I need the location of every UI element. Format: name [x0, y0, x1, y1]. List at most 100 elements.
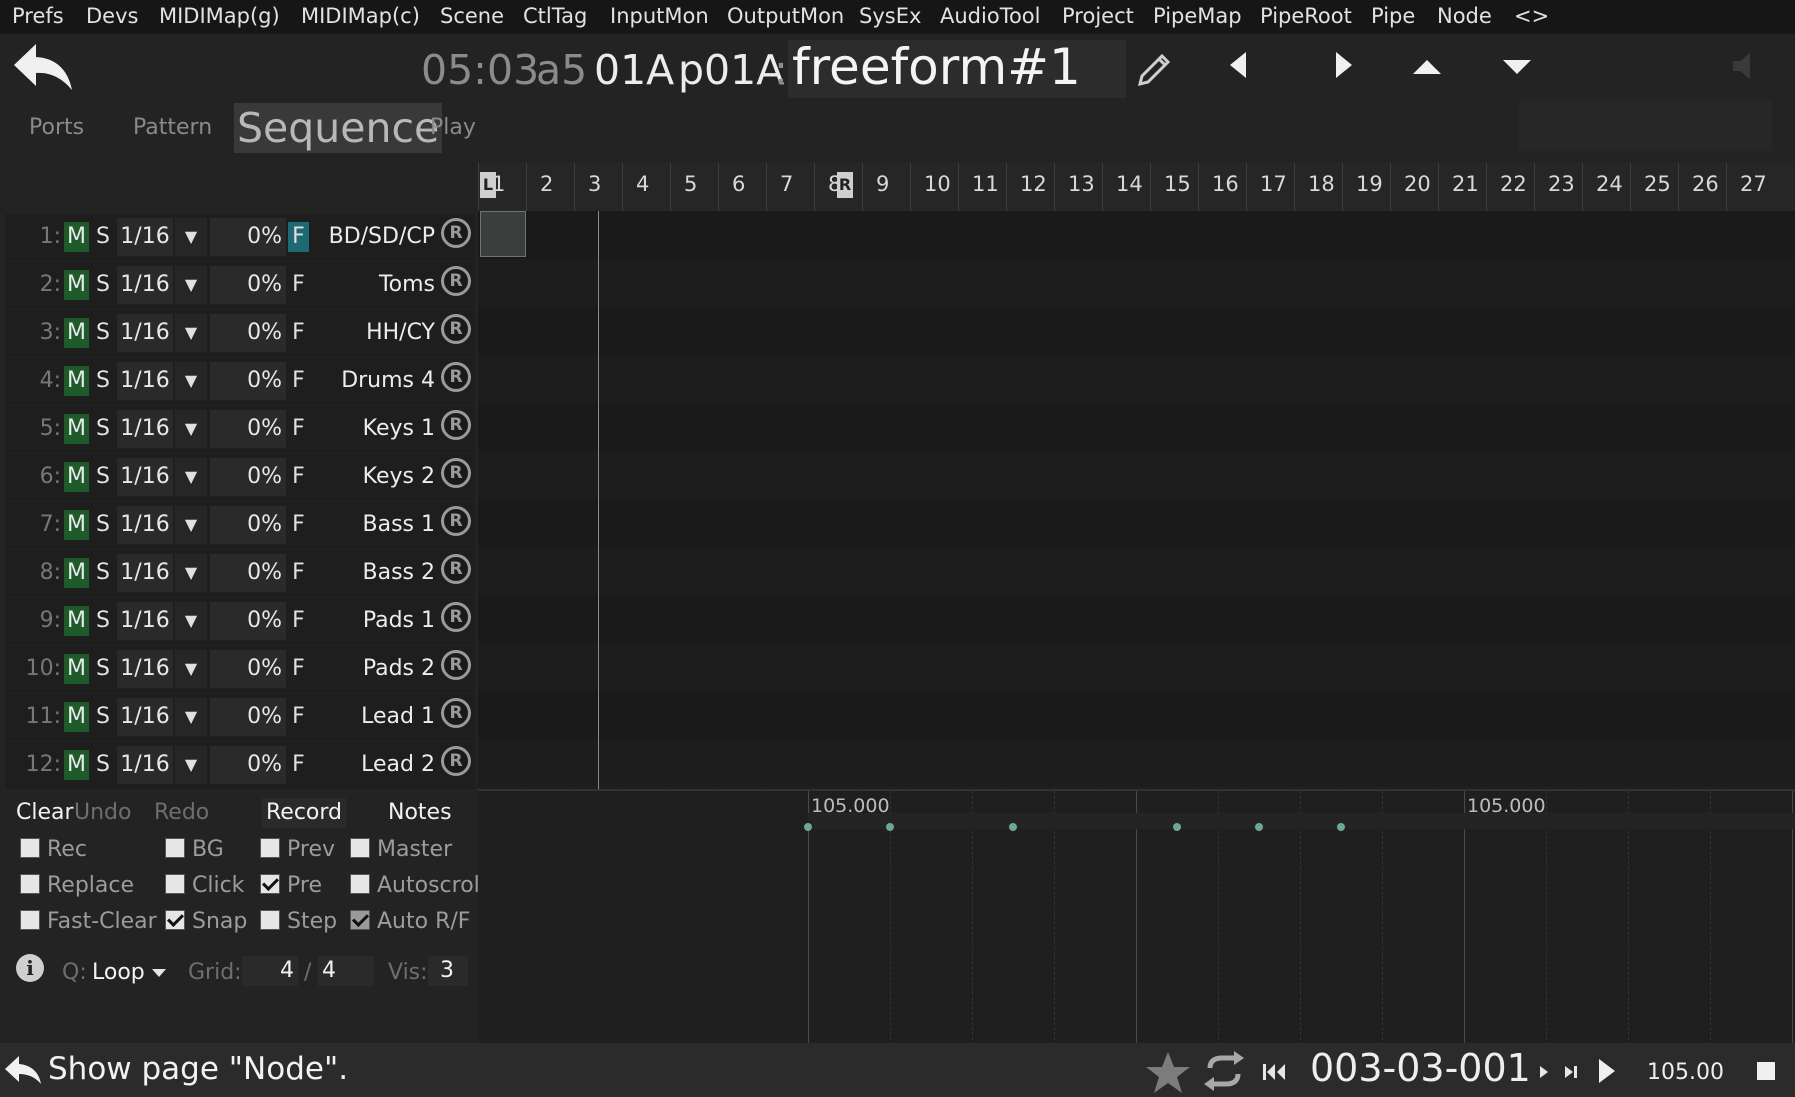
solo-button[interactable]: S — [93, 510, 113, 540]
solo-button[interactable]: S — [93, 414, 113, 444]
solo-button[interactable]: S — [93, 750, 113, 780]
grid-row[interactable] — [478, 739, 1795, 788]
percent-value[interactable]: 0% — [210, 458, 286, 496]
clear-button[interactable]: Clear — [16, 798, 74, 828]
record-button[interactable]: Record — [262, 798, 346, 828]
menu-item-3[interactable]: MIDIMap(g) — [159, 0, 280, 34]
tab-pattern[interactable]: Pattern — [133, 103, 212, 153]
flag-toggle[interactable]: F — [288, 606, 309, 636]
option-pre[interactable]: Pre — [260, 872, 322, 900]
mute-button[interactable]: M — [64, 366, 89, 396]
track-row[interactable]: 6: M S 1/16 ▼ 0% F Keys 2R — [5, 454, 475, 501]
record-arm-icon[interactable]: R — [441, 314, 471, 344]
option-step[interactable]: Step — [260, 908, 337, 936]
option-master[interactable]: Master — [350, 836, 452, 864]
record-arm-icon[interactable]: R — [441, 458, 471, 488]
track-name[interactable]: Toms — [311, 266, 438, 304]
selected-cell[interactable] — [480, 211, 526, 257]
play-icon[interactable] — [1594, 1056, 1620, 1086]
solo-button[interactable]: S — [93, 270, 113, 300]
track-row[interactable]: 8: M S 1/16 ▼ 0% F Bass 2R — [5, 550, 475, 597]
tab-sequence[interactable]: Sequence — [234, 103, 443, 153]
automation-point[interactable] — [1255, 823, 1263, 831]
tab-play[interactable]: Play — [430, 103, 476, 153]
menu-item-8[interactable]: OutputMon — [727, 0, 844, 34]
solo-button[interactable]: S — [93, 702, 113, 732]
ruler-bar-number[interactable]: 2 — [540, 163, 553, 211]
ruler-bar-number[interactable]: 17 — [1260, 163, 1287, 211]
record-arm-icon[interactable]: R — [441, 218, 471, 248]
bar-ruler[interactable]: 1 2 3 4 5 6 7 8 9 10 11 12 13 14 15 16 17 18 19 20 21 22 23 24 2… — [478, 163, 1795, 212]
quantize-dropdown-icon[interactable]: ▼ — [175, 698, 207, 736]
grid-row[interactable] — [478, 643, 1795, 692]
option-replace[interactable]: Replace — [20, 872, 134, 900]
menu-item-2[interactable]: Devs — [86, 0, 138, 34]
quantize-dropdown-icon[interactable]: ▼ — [175, 314, 207, 352]
mute-button[interactable]: M — [64, 654, 89, 684]
mute-button[interactable]: M — [64, 462, 89, 492]
menu-item-15[interactable]: Node — [1437, 0, 1492, 34]
mute-button[interactable]: M — [64, 558, 89, 588]
menu-item-11[interactable]: Project — [1062, 0, 1134, 34]
back-arrow-icon[interactable] — [10, 38, 76, 94]
flag-toggle[interactable]: F — [288, 366, 309, 396]
flag-toggle[interactable]: F — [288, 318, 309, 348]
sequence-grid[interactable] — [478, 211, 1795, 789]
ruler-bar-number[interactable]: 5 — [684, 163, 697, 211]
ruler-bar-number[interactable]: 19 — [1356, 163, 1383, 211]
percent-value[interactable]: 0% — [210, 554, 286, 592]
track-row[interactable]: 10: M S 1/16 ▼ 0% F Pads 2R — [5, 646, 475, 693]
checkbox[interactable] — [20, 874, 40, 894]
record-arm-icon[interactable]: R — [441, 506, 471, 536]
info-icon[interactable]: i — [16, 954, 44, 982]
stop-icon[interactable] — [1757, 1062, 1775, 1080]
ruler-bar-number[interactable]: 4 — [636, 163, 649, 211]
menu-item-12[interactable]: PipeMap — [1153, 0, 1242, 34]
quantize-value[interactable]: 1/16 — [117, 410, 173, 448]
loop-icon[interactable] — [1202, 1050, 1246, 1092]
triangle-left-icon[interactable] — [1226, 50, 1252, 80]
menu-item-9[interactable]: SysEx — [859, 0, 921, 34]
ruler-bar-number[interactable]: 25 — [1644, 163, 1671, 211]
automation-point[interactable] — [886, 823, 894, 831]
record-arm-icon[interactable]: R — [441, 746, 471, 776]
track-row[interactable]: 4: M S 1/16 ▼ 0% F Drums 4R — [5, 358, 475, 405]
mute-button[interactable]: M — [64, 606, 89, 636]
mute-button[interactable]: M — [64, 750, 89, 780]
ruler-bar-number[interactable]: 14 — [1116, 163, 1143, 211]
grid-row[interactable] — [478, 259, 1795, 308]
checkbox[interactable] — [260, 838, 280, 858]
mute-button[interactable]: M — [64, 222, 89, 252]
flag-toggle[interactable]: F — [288, 654, 309, 684]
triangle-down-icon[interactable] — [1500, 56, 1534, 78]
checkbox[interactable] — [165, 838, 185, 858]
solo-button[interactable]: S — [93, 462, 113, 492]
rewind-icon[interactable] — [1260, 1060, 1290, 1084]
flag-toggle[interactable]: F — [288, 510, 309, 540]
ruler-bar-number[interactable]: 7 — [780, 163, 793, 211]
percent-value[interactable]: 0% — [210, 314, 286, 352]
ruler-bar-number[interactable]: 3 — [588, 163, 601, 211]
percent-value[interactable]: 0% — [210, 266, 286, 304]
track-row[interactable]: 2: M S 1/16 ▼ 0% F Toms R — [5, 262, 475, 309]
skip-end-icon[interactable] — [1562, 1060, 1582, 1084]
automation-point[interactable] — [804, 823, 812, 831]
notes-button[interactable]: Notes — [388, 798, 452, 828]
menu-item-7[interactable]: InputMon — [610, 0, 709, 34]
percent-value[interactable]: 0% — [210, 650, 286, 688]
menu-item-1[interactable]: Prefs — [12, 0, 64, 34]
flag-toggle[interactable]: F — [288, 462, 309, 492]
redo-button[interactable]: Redo — [154, 798, 209, 828]
record-arm-icon[interactable]: R — [441, 362, 471, 392]
tab-ports[interactable]: Ports — [29, 103, 84, 153]
option-fast-clear[interactable]: Fast-Clear — [20, 908, 157, 936]
option-prev[interactable]: Prev — [260, 836, 335, 864]
option-rec[interactable]: Rec — [20, 836, 87, 864]
vis-field[interactable]: 3 — [428, 956, 468, 986]
percent-value[interactable]: 0% — [210, 506, 286, 544]
mute-button[interactable]: M — [64, 414, 89, 444]
option-snap[interactable]: Snap — [165, 908, 247, 936]
ruler-bar-number[interactable]: 26 — [1692, 163, 1719, 211]
percent-value[interactable]: 0% — [210, 746, 286, 784]
track-name[interactable]: Pads 2 — [311, 650, 438, 688]
